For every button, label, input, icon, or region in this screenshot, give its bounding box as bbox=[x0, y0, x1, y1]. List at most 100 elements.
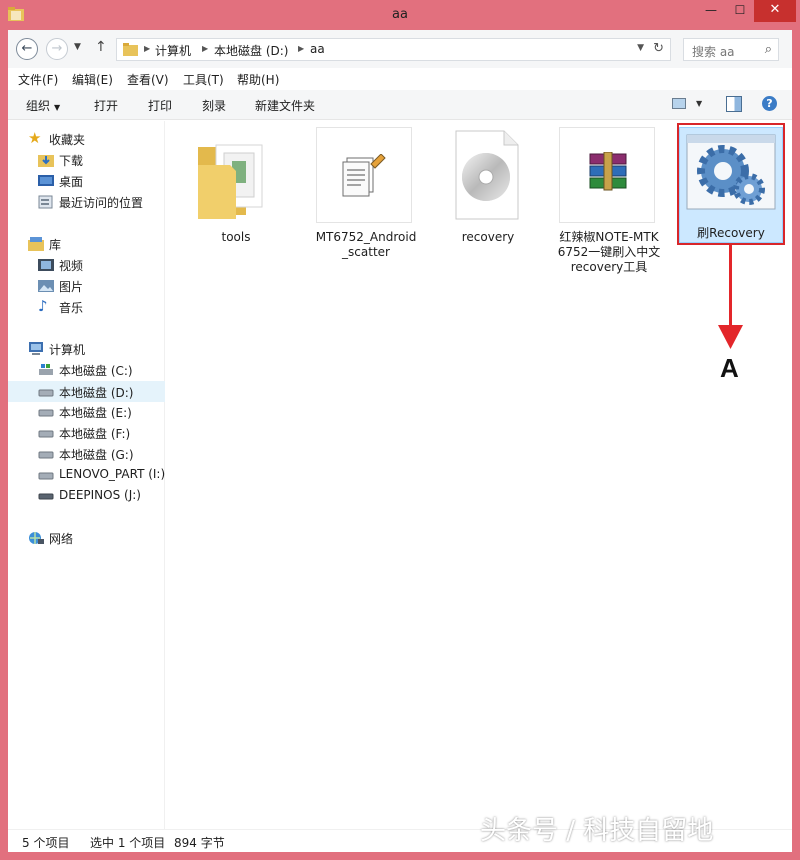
selection-count: 选中 1 个项目 bbox=[90, 836, 166, 850]
nav-recent-places[interactable]: 最近访问的位置 bbox=[38, 192, 160, 213]
recent-places-icon bbox=[38, 195, 53, 209]
navigation-bar: ← → ▼ ↑ ▶ 计算机 ▶ 本地磁盘 (D:) ▶ aa ▼ ↻ 搜索 aa bbox=[8, 30, 792, 68]
change-view-icon[interactable] bbox=[672, 98, 686, 109]
removable-drive-icon bbox=[38, 493, 54, 500]
menu-bar: 文件(F) 编辑(E) 查看(V) 工具(T) 帮助(H) bbox=[8, 68, 792, 90]
breadcrumb-aa[interactable]: aa bbox=[310, 42, 325, 56]
organize-button[interactable]: 组织 ▼ bbox=[26, 97, 60, 114]
disc-image-icon bbox=[455, 130, 519, 220]
network-icon bbox=[29, 532, 44, 544]
burn-button[interactable]: 刻录 bbox=[202, 97, 226, 114]
preview-pane-icon[interactable] bbox=[726, 96, 742, 112]
breadcrumb-separator-icon[interactable]: ▶ bbox=[298, 44, 304, 53]
nav-drive-e[interactable]: 本地磁盘 (E:) bbox=[38, 402, 165, 423]
nav-network[interactable]: 网络 bbox=[28, 528, 158, 549]
file-name: MT6752_Android_scatter bbox=[315, 230, 417, 259]
search-input[interactable]: 搜索 aa bbox=[692, 43, 735, 60]
computer-icon bbox=[29, 342, 43, 355]
downloads-folder-icon bbox=[38, 155, 54, 167]
nav-libraries[interactable]: 库 bbox=[28, 234, 158, 255]
file-name: recovery bbox=[461, 230, 515, 244]
annotation-label: A bbox=[720, 353, 739, 383]
chevron-down-icon: ▼ bbox=[54, 103, 61, 112]
nav-drive-j[interactable]: DEEPINOS (J:) bbox=[38, 486, 165, 507]
file-list[interactable]: tools MT6752_Android_scatter recovery 红辣… bbox=[166, 121, 792, 829]
breadcrumb-computer[interactable]: 计算机 bbox=[155, 42, 191, 59]
title-bar[interactable]: aa — ☐ ✕ bbox=[0, 0, 800, 30]
nav-pictures[interactable]: 图片 bbox=[38, 276, 158, 297]
refresh-icon[interactable]: ↻ bbox=[653, 41, 664, 56]
nav-videos[interactable]: 视频 bbox=[38, 255, 158, 276]
nav-downloads[interactable]: 下载 bbox=[38, 150, 158, 171]
file-name: tools bbox=[221, 230, 251, 244]
libraries-icon bbox=[28, 237, 44, 251]
recent-locations-chevron-icon[interactable]: ▼ bbox=[74, 42, 81, 52]
folder-icon bbox=[198, 144, 263, 219]
file-thumbnail bbox=[316, 127, 412, 223]
nav-drive-c[interactable]: 本地磁盘 (C:) bbox=[38, 360, 165, 381]
pictures-icon bbox=[38, 280, 54, 292]
drive-icon bbox=[38, 451, 54, 459]
system-drive-icon bbox=[39, 364, 53, 375]
explorer-client: ← → ▼ ↑ ▶ 计算机 ▶ 本地磁盘 (D:) ▶ aa ▼ ↻ 搜索 aa bbox=[8, 30, 792, 852]
file-item-scatter[interactable]: MT6752_Android_scatter bbox=[315, 127, 417, 259]
drive-icon bbox=[38, 409, 54, 417]
file-item-archive[interactable]: 红辣椒NOTE-MTK6752一键刷入中文recovery工具 bbox=[557, 127, 661, 287]
window-title: aa bbox=[392, 7, 408, 22]
winrar-archive-icon bbox=[589, 152, 627, 191]
drive-icon bbox=[38, 389, 54, 397]
address-dropdown-icon[interactable]: ▼ bbox=[637, 43, 644, 53]
nav-computer[interactable]: 计算机 bbox=[28, 339, 158, 360]
menu-view[interactable]: 查看(V) bbox=[127, 71, 169, 88]
menu-file[interactable]: 文件(F) bbox=[18, 71, 58, 88]
command-bar: 组织 ▼ 打开 打印 刻录 新建文件夹 ▼ ? bbox=[8, 90, 792, 120]
new-folder-button[interactable]: 新建文件夹 bbox=[255, 97, 315, 114]
back-button[interactable]: ← bbox=[16, 38, 38, 60]
address-bar[interactable]: ▶ 计算机 ▶ 本地磁盘 (D:) ▶ aa ▼ ↻ bbox=[116, 38, 671, 61]
nav-drive-f[interactable]: 本地磁盘 (F:) bbox=[38, 423, 165, 444]
text-document-icon bbox=[342, 154, 386, 197]
file-item-recovery[interactable]: recovery bbox=[438, 127, 538, 257]
breadcrumb-drive-d[interactable]: 本地磁盘 (D:) bbox=[214, 42, 288, 59]
up-button[interactable]: ↑ bbox=[95, 39, 107, 55]
annotation-highlight-box bbox=[677, 123, 785, 245]
annotation-arrow-line bbox=[729, 245, 732, 327]
breadcrumb-separator-icon[interactable]: ▶ bbox=[202, 44, 208, 53]
videos-icon bbox=[38, 259, 54, 271]
desktop-icon bbox=[38, 175, 54, 186]
file-name: 红辣椒NOTE-MTK6752一键刷入中文recovery工具 bbox=[557, 230, 661, 274]
folder-icon bbox=[123, 43, 138, 56]
minimize-button[interactable]: — bbox=[696, 0, 726, 22]
search-icon[interactable]: ⌕ bbox=[765, 42, 772, 57]
menu-edit[interactable]: 编辑(E) bbox=[72, 71, 113, 88]
nav-music[interactable]: ♪ 音乐 bbox=[38, 297, 158, 318]
watermark: 头条号 / 科技自留地 bbox=[480, 816, 714, 846]
open-button[interactable]: 打开 bbox=[94, 97, 118, 114]
item-count: 5 个项目 bbox=[22, 836, 70, 850]
nav-drive-i[interactable]: LENOVO_PART (I:) bbox=[38, 465, 165, 486]
file-item-tools[interactable]: tools bbox=[186, 127, 286, 257]
close-button[interactable]: ✕ bbox=[754, 0, 796, 22]
explorer-window: aa — ☐ ✕ ← → ▼ ↑ ▶ 计算机 ▶ 本地磁盘 (D:) ▶ aa … bbox=[0, 0, 800, 860]
arrow-down-icon bbox=[718, 325, 743, 349]
forward-button[interactable]: → bbox=[46, 38, 68, 60]
print-button[interactable]: 打印 bbox=[148, 97, 172, 114]
selection-size: 894 字节 bbox=[174, 836, 225, 850]
music-icon: ♪ bbox=[38, 297, 48, 315]
nav-drive-d[interactable]: 本地磁盘 (D:) bbox=[8, 381, 165, 402]
help-icon[interactable]: ? bbox=[762, 96, 777, 111]
menu-help[interactable]: 帮助(H) bbox=[237, 71, 279, 88]
breadcrumb-separator-icon[interactable]: ▶ bbox=[144, 44, 150, 53]
chevron-down-icon[interactable]: ▼ bbox=[696, 99, 702, 108]
maximize-button[interactable]: ☐ bbox=[726, 0, 754, 22]
star-icon: ★ bbox=[28, 129, 42, 147]
menu-tools[interactable]: 工具(T) bbox=[183, 71, 224, 88]
search-box[interactable]: 搜索 aa ⌕ bbox=[683, 38, 779, 61]
navigation-pane: ★ 收藏夹 下载 桌面 最近访问的位置 库 视频 图片 ♪ 音乐 计算机 本地磁… bbox=[8, 121, 165, 829]
nav-favorites[interactable]: ★ 收藏夹 bbox=[28, 129, 158, 150]
organize-label: 组织 bbox=[26, 99, 51, 113]
drive-icon bbox=[38, 472, 54, 480]
file-thumbnail bbox=[559, 127, 655, 223]
nav-desktop[interactable]: 桌面 bbox=[38, 171, 158, 192]
nav-drive-g[interactable]: 本地磁盘 (G:) bbox=[38, 444, 165, 465]
